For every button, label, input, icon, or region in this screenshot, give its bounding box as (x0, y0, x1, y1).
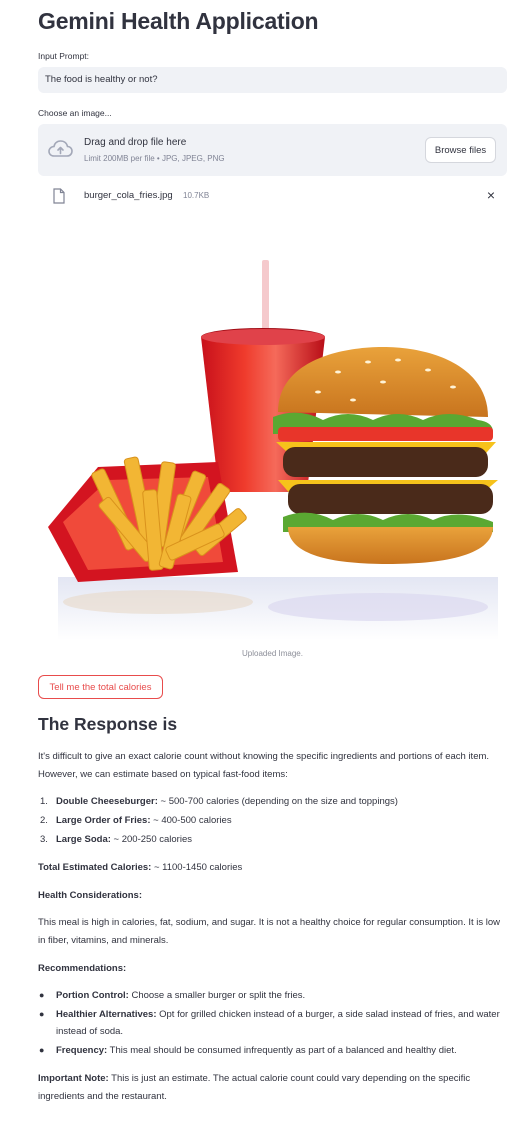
list-item: ● Healthier Alternatives: Opt for grilled… (39, 1008, 500, 1038)
health-considerations-heading: Health Considerations: (38, 890, 142, 901)
recommendations-heading: Recommendations: (38, 963, 127, 974)
recommendations-list: ● Portion Control: Choose a smaller burge… (38, 987, 508, 1060)
close-icon[interactable]: × (487, 187, 495, 203)
response-heading: The Response is (38, 714, 178, 734)
browse-files-button[interactable]: Browse files (425, 137, 496, 163)
file-name: burger_cola_fries.jpg (84, 190, 173, 201)
health-considerations-text: This meal is high in calories, fat, sodi… (38, 917, 501, 946)
burger-cola-fries-image (48, 260, 498, 640)
uploaded-file-row: burger_cola_fries.jpg 10.7KB × (38, 184, 507, 208)
uploaded-image (38, 222, 507, 640)
tell-total-calories-button[interactable]: Tell me the total calories (38, 675, 163, 699)
input-prompt-field[interactable]: The food is healthy or not? (38, 67, 507, 93)
dropzone-limit: Limit 200MB per file • JPG, JPEG, PNG (84, 154, 225, 163)
list-item: 2. Large Order of Fries: ~ 400-500 calori… (40, 815, 232, 826)
dropzone-title: Drag and drop file here (84, 137, 187, 148)
input-prompt-label: Input Prompt: (38, 51, 90, 61)
image-caption: Uploaded Image. (242, 649, 303, 658)
page-title: Gemini Health Application (38, 8, 319, 34)
file-dropzone[interactable]: Drag and drop file here Limit 200MB per … (38, 124, 507, 176)
cloud-upload-icon (48, 140, 73, 157)
list-item: 1. Double Cheeseburger: ~ 500-700 calorie… (40, 796, 398, 807)
list-item: 3. Large Soda: ~ 200-250 calories (40, 834, 192, 845)
file-size: 10.7KB (183, 191, 210, 200)
list-item: ● Frequency: This meal should be consumed… (39, 1044, 457, 1056)
total-calories: Total Estimated Calories: ~ 1100-1450 ca… (38, 862, 243, 873)
image-upload-label: Choose an image... (38, 108, 112, 118)
response-intro: It's difficult to give an exact calorie … (38, 751, 490, 780)
file-icon (53, 188, 65, 204)
calorie-list: 1. Double Cheeseburger: ~ 500-700 calorie… (38, 792, 508, 849)
important-note: Important Note: This is just an estimate… (38, 1073, 471, 1102)
list-item: ● Portion Control: Choose a smaller burge… (39, 990, 306, 1001)
